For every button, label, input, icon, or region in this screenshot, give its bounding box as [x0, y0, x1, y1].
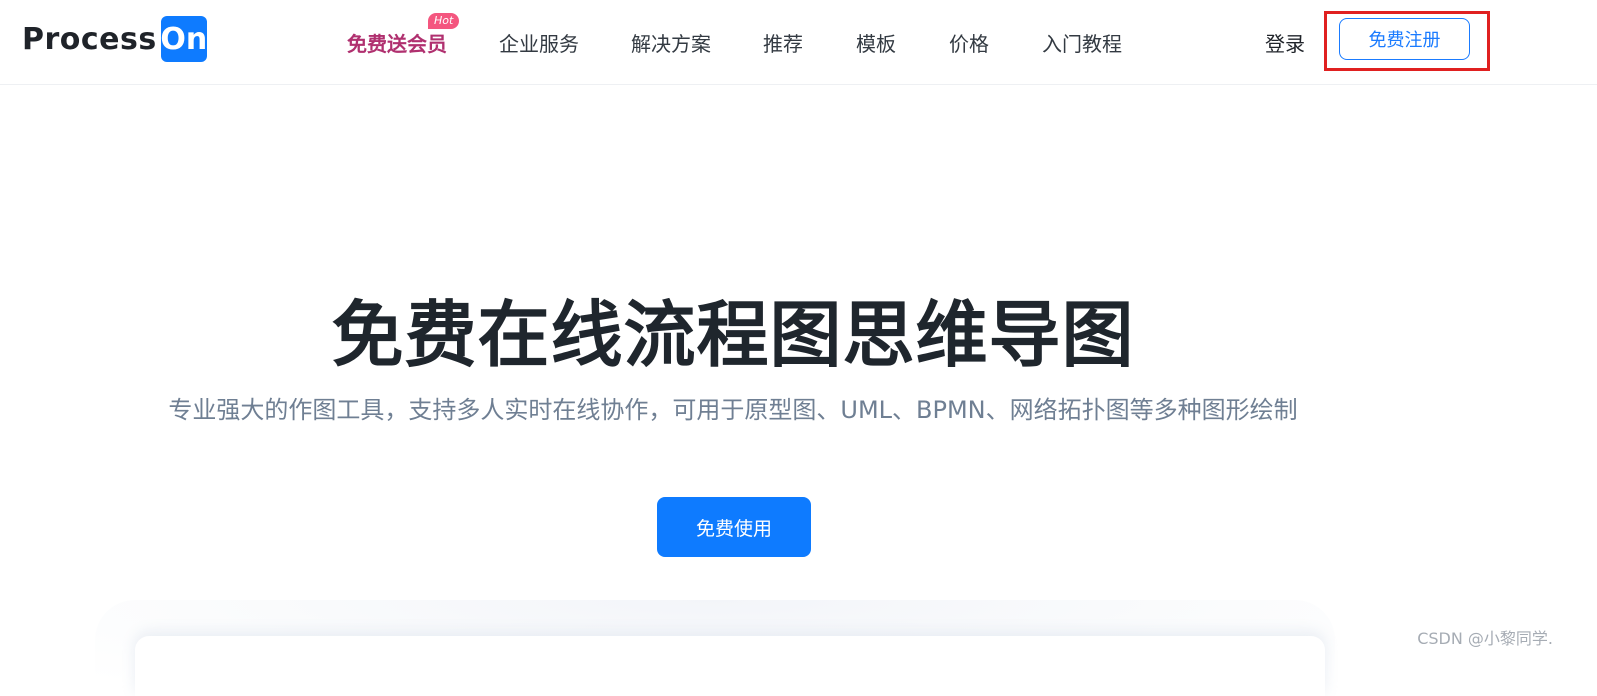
nav-item-solutions[interactable]: 解决方案 — [631, 28, 711, 57]
free-use-button[interactable]: 免费使用 — [657, 497, 811, 557]
nav-item-recommend[interactable]: 推荐 — [763, 28, 803, 57]
nav-item-enterprise[interactable]: 企业服务 — [499, 28, 579, 57]
hot-badge: Hot — [428, 13, 460, 29]
nav-item-tutorial[interactable]: 入门教程 — [1042, 28, 1122, 57]
nav-item-free-membership[interactable]: 免费送会员 — [347, 28, 447, 57]
processon-logo[interactable]: Process On — [22, 16, 207, 62]
logo-text: Process — [22, 21, 157, 57]
top-nav-bar: Process On 免费送会员 Hot 企业服务 解决方案 推荐 模板 价格 … — [0, 0, 1597, 85]
hero-subtitle: 专业强大的作图工具，支持多人实时在线协作，可用于原型图、UML、BPMN、网络拓… — [168, 396, 1298, 424]
preview-card — [135, 636, 1325, 696]
nav-item-pricing[interactable]: 价格 — [949, 28, 989, 57]
login-link[interactable]: 登录 — [1265, 28, 1305, 57]
watermark: CSDN @小黎同学. — [1417, 629, 1553, 648]
register-button[interactable]: 免费注册 — [1339, 18, 1470, 60]
nav-item-templates[interactable]: 模板 — [856, 28, 896, 57]
logo-on-box: On — [160, 16, 207, 62]
hero-title: 免费在线流程图思维导图 — [331, 293, 1135, 377]
